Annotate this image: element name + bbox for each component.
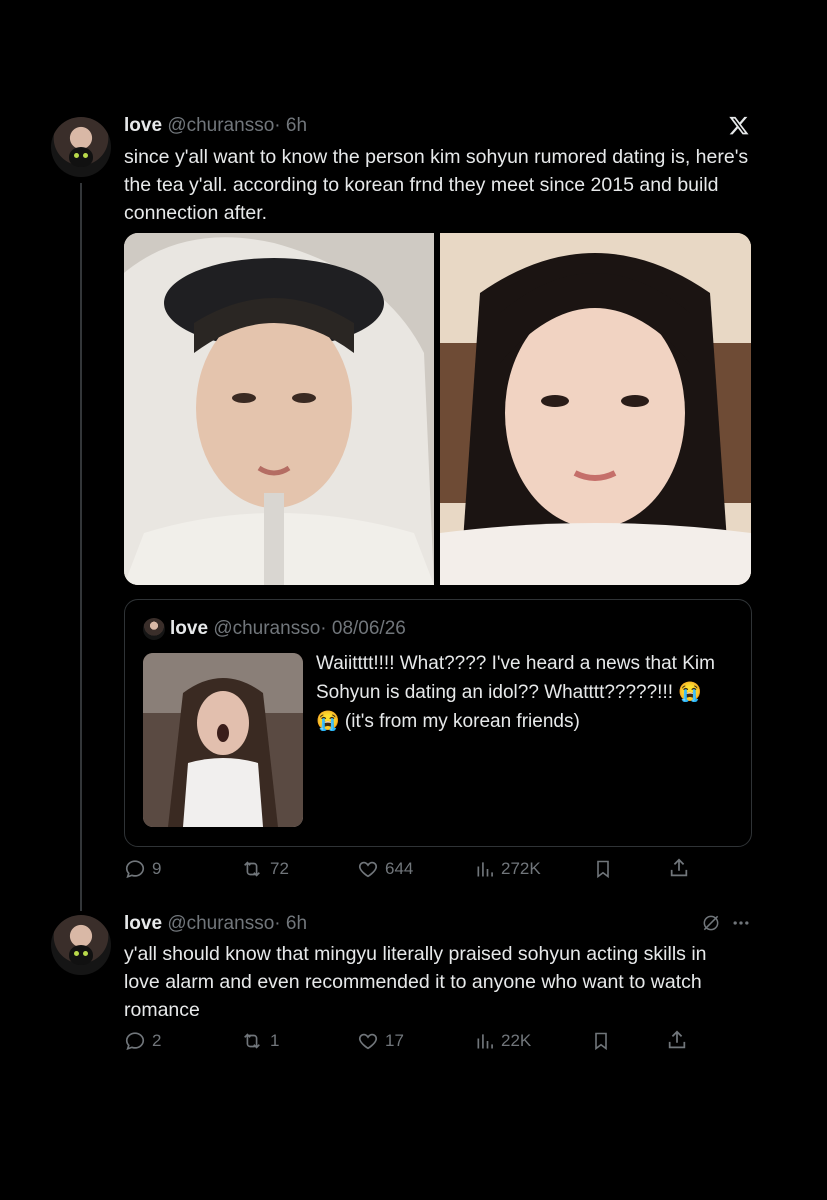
heart-icon: [357, 1030, 379, 1052]
reply-button[interactable]: 9: [124, 858, 161, 880]
avatar[interactable]: [51, 915, 111, 975]
reply-button[interactable]: 2: [124, 1030, 161, 1052]
quote-thumbnail[interactable]: [143, 653, 303, 827]
like-button[interactable]: 17: [357, 1030, 404, 1052]
thread-line: [80, 183, 82, 911]
x-logo-icon[interactable]: [728, 115, 750, 136]
timestamp[interactable]: · 6h: [274, 115, 307, 136]
author-name[interactable]: love: [124, 913, 162, 934]
more-icon[interactable]: [731, 913, 751, 933]
quote-author-handle: @churansso: [213, 618, 321, 639]
bookmark-icon[interactable]: [593, 858, 613, 880]
share-icon[interactable]: [668, 857, 690, 879]
reply-count: 2: [152, 1031, 162, 1050]
tweet-header: love @churansso· 6h: [124, 913, 307, 935]
tweet-photo-2[interactable]: [440, 233, 751, 585]
quote-text: Waiitttt!!!! What???? I've heard a news …: [316, 653, 715, 732]
tweet-photo-1[interactable]: [124, 233, 434, 585]
like-count: 17: [385, 1031, 404, 1050]
like-button[interactable]: 644: [357, 858, 413, 880]
retweet-icon: [240, 858, 264, 880]
retweet-button[interactable]: 72: [240, 858, 289, 880]
retweet-button[interactable]: 1: [240, 1030, 279, 1052]
reply-icon: [124, 858, 146, 880]
timestamp[interactable]: · 6h: [274, 913, 307, 934]
reply-count: 9: [152, 859, 162, 878]
bookmark-icon[interactable]: [591, 1030, 611, 1052]
retweet-icon: [240, 1030, 264, 1052]
views-count: 22K: [501, 1031, 532, 1050]
reply-icon: [124, 1030, 146, 1052]
retweet-count: 72: [270, 859, 289, 878]
tweet-text: since y'all want to know the person kim …: [124, 146, 749, 224]
views-button[interactable]: 272K: [475, 858, 541, 880]
share-icon[interactable]: [666, 1029, 688, 1051]
views-icon: [475, 1030, 495, 1052]
views-icon: [475, 858, 495, 880]
author-handle[interactable]: @churansso: [167, 115, 274, 136]
tweet-text: y'all should know that mingyu literally …: [124, 943, 707, 1021]
grok-icon[interactable]: [701, 913, 721, 933]
retweet-count: 1: [270, 1031, 280, 1050]
avatar[interactable]: [51, 117, 111, 177]
views-button[interactable]: 22K: [475, 1030, 531, 1052]
quote-header: love @churansso· 08/06/26: [170, 618, 406, 640]
quote-author-name: love: [170, 618, 209, 639]
quote-date: · 08/06/26: [320, 618, 406, 639]
author-name[interactable]: love: [124, 115, 162, 136]
like-count: 644: [385, 859, 414, 878]
tweet-header: love @churansso· 6h: [124, 115, 307, 137]
author-handle[interactable]: @churansso: [167, 913, 274, 934]
heart-icon: [357, 858, 379, 880]
quote-avatar: [143, 618, 165, 640]
views-count: 272K: [501, 859, 541, 878]
